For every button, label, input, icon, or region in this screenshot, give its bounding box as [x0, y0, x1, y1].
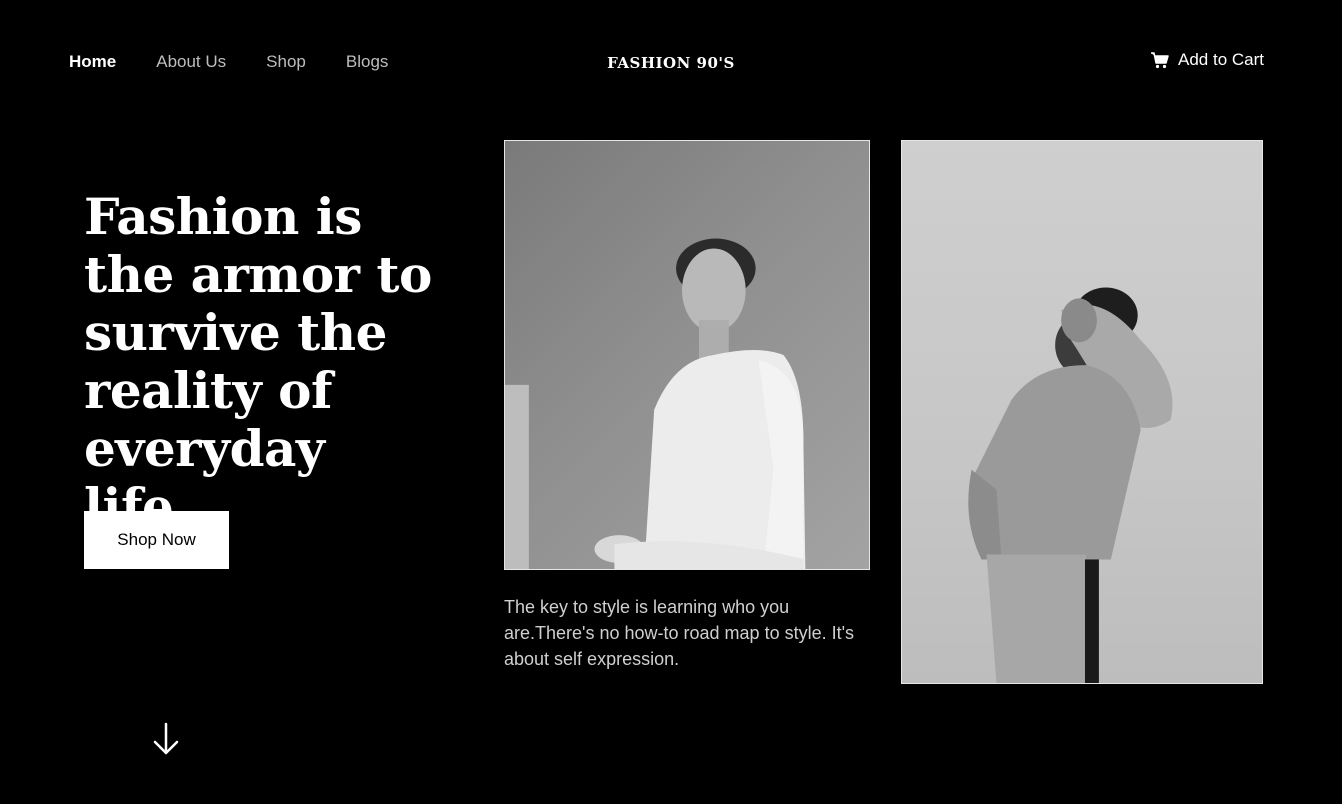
add-to-cart-button[interactable]: Add to Cart	[1150, 50, 1264, 70]
man-photo	[901, 140, 1263, 684]
hero-title: Fashion is the armor to survive the real…	[84, 187, 432, 536]
top-navigation: Home About Us Shop Blogs FASHION 90'S Ad…	[0, 0, 1342, 124]
shop-now-button[interactable]: Shop Now	[84, 511, 229, 569]
woman-photo	[504, 140, 870, 570]
arrow-down-icon[interactable]	[152, 722, 180, 756]
brand-logo[interactable]: FASHION 90'S	[0, 53, 1342, 73]
style-quote: The key to style is learning who you are…	[504, 597, 855, 669]
cart-label: Add to Cart	[1178, 50, 1264, 69]
cart-icon	[1150, 50, 1170, 70]
